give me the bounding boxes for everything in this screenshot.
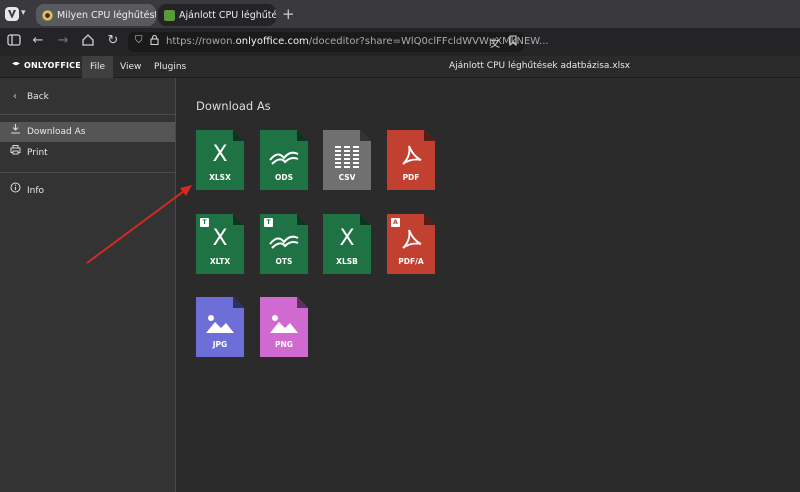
format-label: JPG <box>212 340 228 349</box>
page-fold <box>233 214 244 225</box>
logo-icon <box>12 61 20 66</box>
shield-icon[interactable]: ⛉ <box>135 35 143 46</box>
format-xltx-button[interactable]: X T XLTX <box>196 214 244 274</box>
template-badge-icon: T <box>264 218 273 227</box>
sidebar-item-print[interactable]: Print <box>0 143 175 163</box>
format-label: ODS <box>274 173 293 182</box>
browser-tab-2[interactable]: Ajánlott CPU léghűtések a <box>158 4 276 26</box>
back-arrow-icon[interactable]: ← <box>30 33 46 49</box>
app-header: ONLYOFFICE File View Plugins Ajánlott CP… <box>0 56 800 78</box>
tab-favicon-icon <box>42 9 53 21</box>
printer-icon <box>9 143 21 163</box>
plus-icon[interactable]: + <box>282 5 295 23</box>
back-label: Back <box>27 92 49 102</box>
format-ots-button[interactable]: T OTS <box>260 214 308 274</box>
chevron-left-icon: ‹ <box>13 91 17 102</box>
translate-icon[interactable]: 文 <box>490 35 500 50</box>
format-label: XLSX <box>209 173 231 182</box>
format-xlsx-button[interactable]: X XLSX <box>196 130 244 190</box>
page-fold <box>424 130 435 141</box>
divider <box>0 114 175 115</box>
format-csv-button[interactable]: CSV <box>323 130 371 190</box>
sidebar-item-label: Info <box>27 186 45 196</box>
tab-file[interactable]: File <box>82 56 114 78</box>
chevron-down-icon[interactable]: ▾ <box>21 8 26 18</box>
browser-tab-1[interactable]: Milyen CPU léghűtést ve... <box>36 4 156 26</box>
document-title: Ajánlott CPU léghűtések adatbázisa.xlsx <box>449 61 631 71</box>
back-button[interactable]: ‹ Back <box>0 87 175 107</box>
download-as-panel: Download As X XLSX ODS CSV PDF X T XLTX T OTS X XLS… <box>176 78 800 492</box>
reload-icon[interactable]: ↻ <box>105 33 121 49</box>
format-label: XLTX <box>209 257 231 266</box>
format-label: XLSB <box>336 257 358 266</box>
file-menu-sidebar: ‹ Back Download As Print Info <box>0 78 176 492</box>
download-icon <box>9 122 21 142</box>
page-fold <box>297 214 308 225</box>
page-title: Download As <box>196 99 271 113</box>
spreadsheet-favicon-icon <box>164 9 175 21</box>
forward-arrow-icon[interactable]: → <box>55 33 71 49</box>
info-icon <box>9 181 21 201</box>
tab-plugins[interactable]: Plugins <box>146 56 194 78</box>
format-label: OTS <box>275 257 293 266</box>
page-fold <box>360 130 371 141</box>
format-xlsb-button[interactable]: X XLSB <box>323 214 371 274</box>
sidebar-item-download-as[interactable]: Download As <box>0 122 175 142</box>
page-fold <box>360 214 371 225</box>
divider <box>0 172 175 173</box>
format-jpg-button[interactable]: JPG <box>196 297 244 357</box>
sidebar-toggle-icon[interactable] <box>6 33 22 49</box>
address-bar[interactable]: ⛉ https://rowon.onlyoffice.com/doceditor… <box>128 32 549 52</box>
home-icon[interactable] <box>80 33 96 49</box>
sidebar-item-label: Download As <box>27 127 86 137</box>
page-fold <box>297 130 308 141</box>
template-badge-icon: A <box>391 218 400 227</box>
sidebar-item-label: Print <box>27 148 48 158</box>
page-fold <box>233 297 244 308</box>
format-pdf-button[interactable]: PDF <box>387 130 435 190</box>
tab-label: Ajánlott CPU léghűtések a <box>179 9 276 21</box>
page-fold <box>424 214 435 225</box>
browser-tab-strip: ▾ Milyen CPU léghűtést ve... Ajánlott CP… <box>0 0 800 28</box>
browser-toolbar: ← → ↻ ⛉ https://rowon.onlyoffice.com/doc… <box>0 28 800 56</box>
sidebar-item-info[interactable]: Info <box>0 181 175 201</box>
format-label: PNG <box>275 340 293 349</box>
format-ods-button[interactable]: ODS <box>260 130 308 190</box>
format-label: PDF/A <box>398 257 424 266</box>
format-png-button[interactable]: PNG <box>260 297 308 357</box>
tab-view[interactable]: View <box>112 56 149 78</box>
format-label: PDF <box>402 173 420 182</box>
format-label: CSV <box>338 173 356 182</box>
bookmark-icon[interactable] <box>509 35 517 49</box>
lock-icon[interactable] <box>150 34 159 48</box>
tab-label: Milyen CPU léghűtést ve... <box>57 9 156 21</box>
template-badge-icon: T <box>200 218 209 227</box>
browser-logo-icon[interactable] <box>5 7 19 21</box>
page-fold <box>233 130 244 141</box>
format-pdf-a-button[interactable]: A PDF/A <box>387 214 435 274</box>
page-fold <box>297 297 308 308</box>
onlyoffice-logo: ONLYOFFICE <box>12 61 81 70</box>
